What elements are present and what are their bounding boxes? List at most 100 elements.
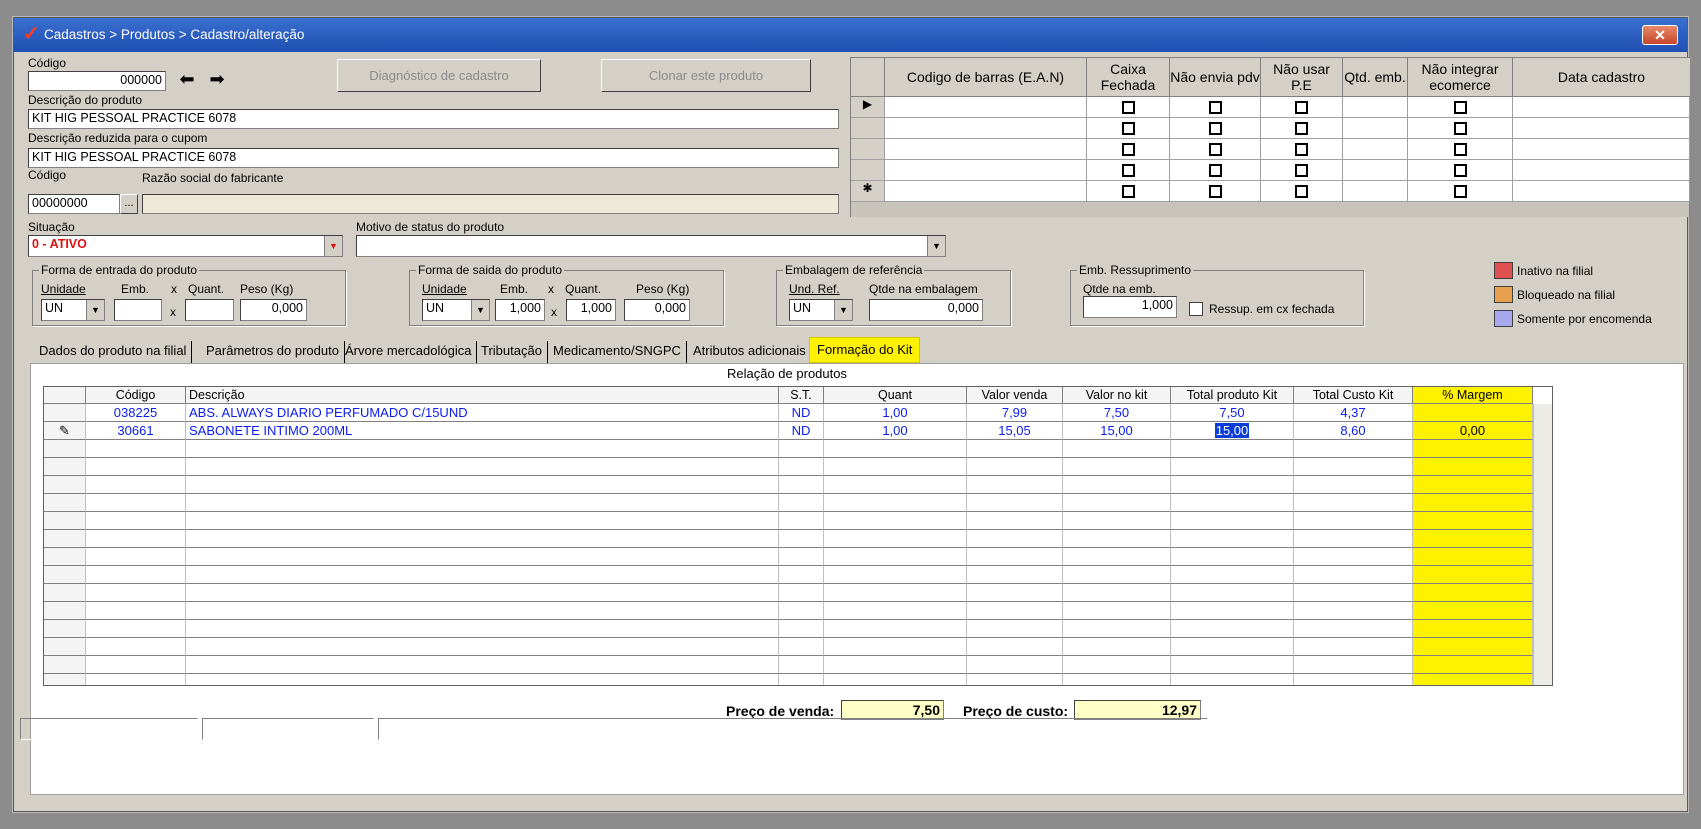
kit-empty-cell[interactable] [86, 530, 186, 548]
kit-empty-cell[interactable] [1413, 620, 1533, 638]
kit-empty-cell[interactable] [86, 620, 186, 638]
kit-empty-cell[interactable] [86, 548, 186, 566]
kit-empty-cell[interactable] [1171, 602, 1294, 620]
kit-empty-cell[interactable] [1171, 584, 1294, 602]
kit-empty-cell[interactable] [824, 584, 967, 602]
kit-empty-cell[interactable] [824, 440, 967, 458]
checkbox-icon[interactable] [1208, 143, 1222, 156]
kit-empty-cell[interactable] [1171, 656, 1294, 674]
tab-medicamento[interactable]: Medicamento/SNGPC [548, 341, 687, 363]
kit-empty-cell[interactable] [967, 494, 1063, 512]
kit-empty-cell[interactable] [1294, 530, 1413, 548]
kit-empty-cell[interactable] [1171, 512, 1294, 530]
checkbox-icon[interactable] [1121, 122, 1135, 135]
kit-empty-cell[interactable] [779, 530, 824, 548]
kit-empty-cell[interactable] [1413, 548, 1533, 566]
checkbox-icon[interactable] [1453, 185, 1467, 198]
ean-cell[interactable] [1343, 181, 1408, 202]
kit-empty-cell[interactable] [824, 548, 967, 566]
ean-cell[interactable] [885, 160, 1087, 181]
ean-cell[interactable] [885, 118, 1087, 139]
kit-empty-cell[interactable] [1294, 620, 1413, 638]
kit-empty-cell[interactable] [86, 584, 186, 602]
checkbox-icon[interactable] [1121, 143, 1135, 156]
kit-empty-cell[interactable] [86, 674, 186, 685]
kit-cell-codigo[interactable]: 30661 [86, 422, 186, 440]
ean-checkbox[interactable] [1408, 118, 1513, 139]
checkbox-icon[interactable] [1208, 185, 1222, 198]
kit-empty-cell[interactable] [967, 512, 1063, 530]
kit-empty-cell[interactable] [186, 512, 779, 530]
kit-empty-cell[interactable] [824, 656, 967, 674]
kit-empty-cell[interactable] [1063, 494, 1171, 512]
kit-empty-cell[interactable] [186, 620, 779, 638]
checkbox-icon[interactable] [1453, 143, 1467, 156]
kit-empty-cell[interactable] [1413, 512, 1533, 530]
checkbox-icon[interactable] [1295, 101, 1308, 114]
checkbox-icon[interactable] [1121, 164, 1135, 177]
checkbox-icon[interactable] [1208, 122, 1222, 135]
kit-empty-cell[interactable] [824, 530, 967, 548]
ean-cell[interactable] [1343, 97, 1408, 118]
kit-cell-quant[interactable]: 1,00 [824, 404, 967, 422]
kit-empty-cell[interactable] [967, 674, 1063, 685]
kit-cell-total-custo[interactable]: 4,37 [1294, 404, 1413, 422]
kit-cell-st[interactable]: ND [779, 422, 824, 440]
kit-empty-cell[interactable] [1063, 548, 1171, 566]
kit-empty-cell[interactable] [779, 476, 824, 494]
kit-empty-cell[interactable] [1413, 638, 1533, 656]
checkbox-icon[interactable] [1453, 164, 1467, 177]
kit-empty-cell[interactable] [1413, 602, 1533, 620]
kit-empty-cell[interactable] [86, 566, 186, 584]
tab-parametros[interactable]: Parâmetros do produto [201, 341, 345, 363]
kit-empty-cell[interactable] [186, 494, 779, 512]
kit-empty-cell[interactable] [186, 566, 779, 584]
kit-empty-cell[interactable] [1171, 458, 1294, 476]
kit-empty-cell[interactable] [1294, 638, 1413, 656]
kit-empty-cell[interactable] [1413, 476, 1533, 494]
kit-empty-cell[interactable] [186, 458, 779, 476]
checkbox-icon[interactable] [1208, 101, 1222, 114]
checkbox-icon[interactable] [1453, 122, 1467, 135]
kit-empty-cell[interactable] [967, 440, 1063, 458]
kit-cell-total-produto[interactable]: 15,00 [1171, 422, 1294, 440]
kit-empty-cell[interactable] [1294, 512, 1413, 530]
kit-empty-cell[interactable] [86, 494, 186, 512]
kit-empty-cell[interactable] [1063, 440, 1171, 458]
kit-empty-cell[interactable] [1294, 674, 1413, 685]
ean-checkbox[interactable] [1170, 181, 1261, 202]
kit-empty-cell[interactable] [86, 602, 186, 620]
kit-empty-cell[interactable] [824, 674, 967, 685]
selected-value[interactable]: 15,00 [1214, 423, 1250, 438]
kit-empty-cell[interactable] [779, 512, 824, 530]
kit-empty-cell[interactable] [779, 674, 824, 685]
ean-checkbox[interactable] [1261, 139, 1343, 160]
kit-empty-cell[interactable] [1413, 458, 1533, 476]
kit-empty-cell[interactable] [1063, 530, 1171, 548]
kit-empty-cell[interactable] [1294, 602, 1413, 620]
kit-empty-cell[interactable] [1294, 458, 1413, 476]
kit-empty-cell[interactable] [824, 494, 967, 512]
kit-empty-cell[interactable] [1171, 674, 1294, 685]
kit-empty-cell[interactable] [967, 476, 1063, 494]
kit-empty-cell[interactable] [1063, 656, 1171, 674]
kit-empty-cell[interactable] [1171, 638, 1294, 656]
ean-checkbox[interactable] [1261, 118, 1343, 139]
ean-checkbox[interactable] [1170, 139, 1261, 160]
kit-empty-cell[interactable] [1294, 494, 1413, 512]
ean-checkbox[interactable] [1087, 139, 1170, 160]
kit-empty-cell[interactable] [86, 440, 186, 458]
kit-empty-cell[interactable] [779, 566, 824, 584]
kit-cell-quant[interactable]: 1,00 [824, 422, 967, 440]
tab-tributacao[interactable]: Tributação [476, 341, 548, 363]
kit-empty-cell[interactable] [86, 656, 186, 674]
entrada-quant-input[interactable] [185, 299, 234, 321]
kit-empty-cell[interactable] [1063, 674, 1171, 685]
embref-qtde-input[interactable]: 0,000 [869, 299, 983, 321]
saida-peso-input[interactable]: 0,000 [624, 299, 690, 321]
checkbox-icon[interactable] [1295, 164, 1308, 177]
checkbox-icon[interactable] [1121, 185, 1135, 198]
kit-cell-codigo[interactable]: 038225 [86, 404, 186, 422]
checkbox-icon[interactable] [1295, 185, 1308, 198]
ean-checkbox[interactable] [1408, 97, 1513, 118]
